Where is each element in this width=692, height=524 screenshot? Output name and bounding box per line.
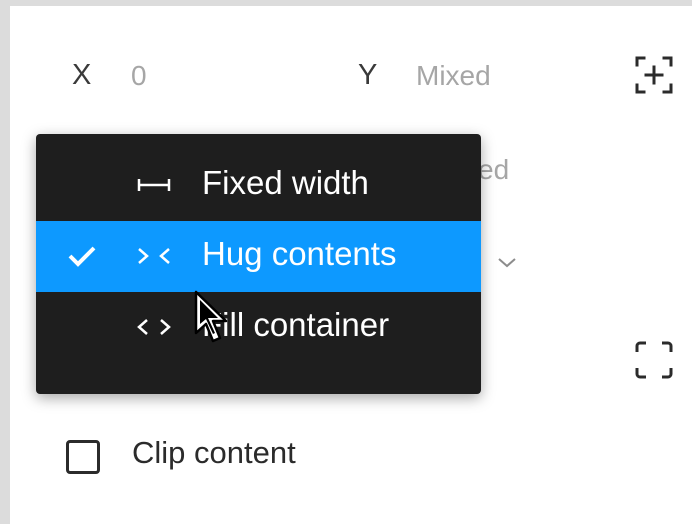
checkmark-icon — [66, 243, 98, 269]
menu-item-hug-contents[interactable]: Hug contents — [36, 221, 481, 292]
clip-content-label: Clip content — [132, 435, 296, 470]
clip-content-checkbox[interactable] — [66, 440, 100, 474]
menu-item-label: Hug contents — [202, 235, 397, 272]
design-properties-panel: X 0 Y Mixed ed Clip content Fixed width … — [10, 6, 692, 524]
y-label: Y — [358, 59, 378, 91]
menu-item-fixed-width[interactable]: Fixed width — [36, 150, 481, 221]
menu-item-fill-container[interactable]: Fill container — [36, 292, 481, 363]
x-label: X — [72, 59, 92, 91]
corner-brackets-icon[interactable] — [634, 340, 674, 380]
y-input[interactable]: Mixed — [416, 60, 491, 92]
resizing-dropdown-menu: Fixed width Hug contents Fill container — [36, 134, 481, 394]
fixed-width-icon — [136, 172, 172, 198]
menu-item-label: Fixed width — [202, 164, 369, 201]
x-input[interactable]: 0 — [131, 60, 147, 92]
fill-container-icon — [136, 314, 172, 340]
frame-add-icon[interactable] — [634, 55, 674, 95]
hidden-field-text: ed — [478, 154, 510, 185]
mouse-cursor-icon — [193, 289, 233, 349]
hug-contents-icon — [136, 243, 172, 269]
chevron-down-icon[interactable] — [496, 256, 518, 270]
